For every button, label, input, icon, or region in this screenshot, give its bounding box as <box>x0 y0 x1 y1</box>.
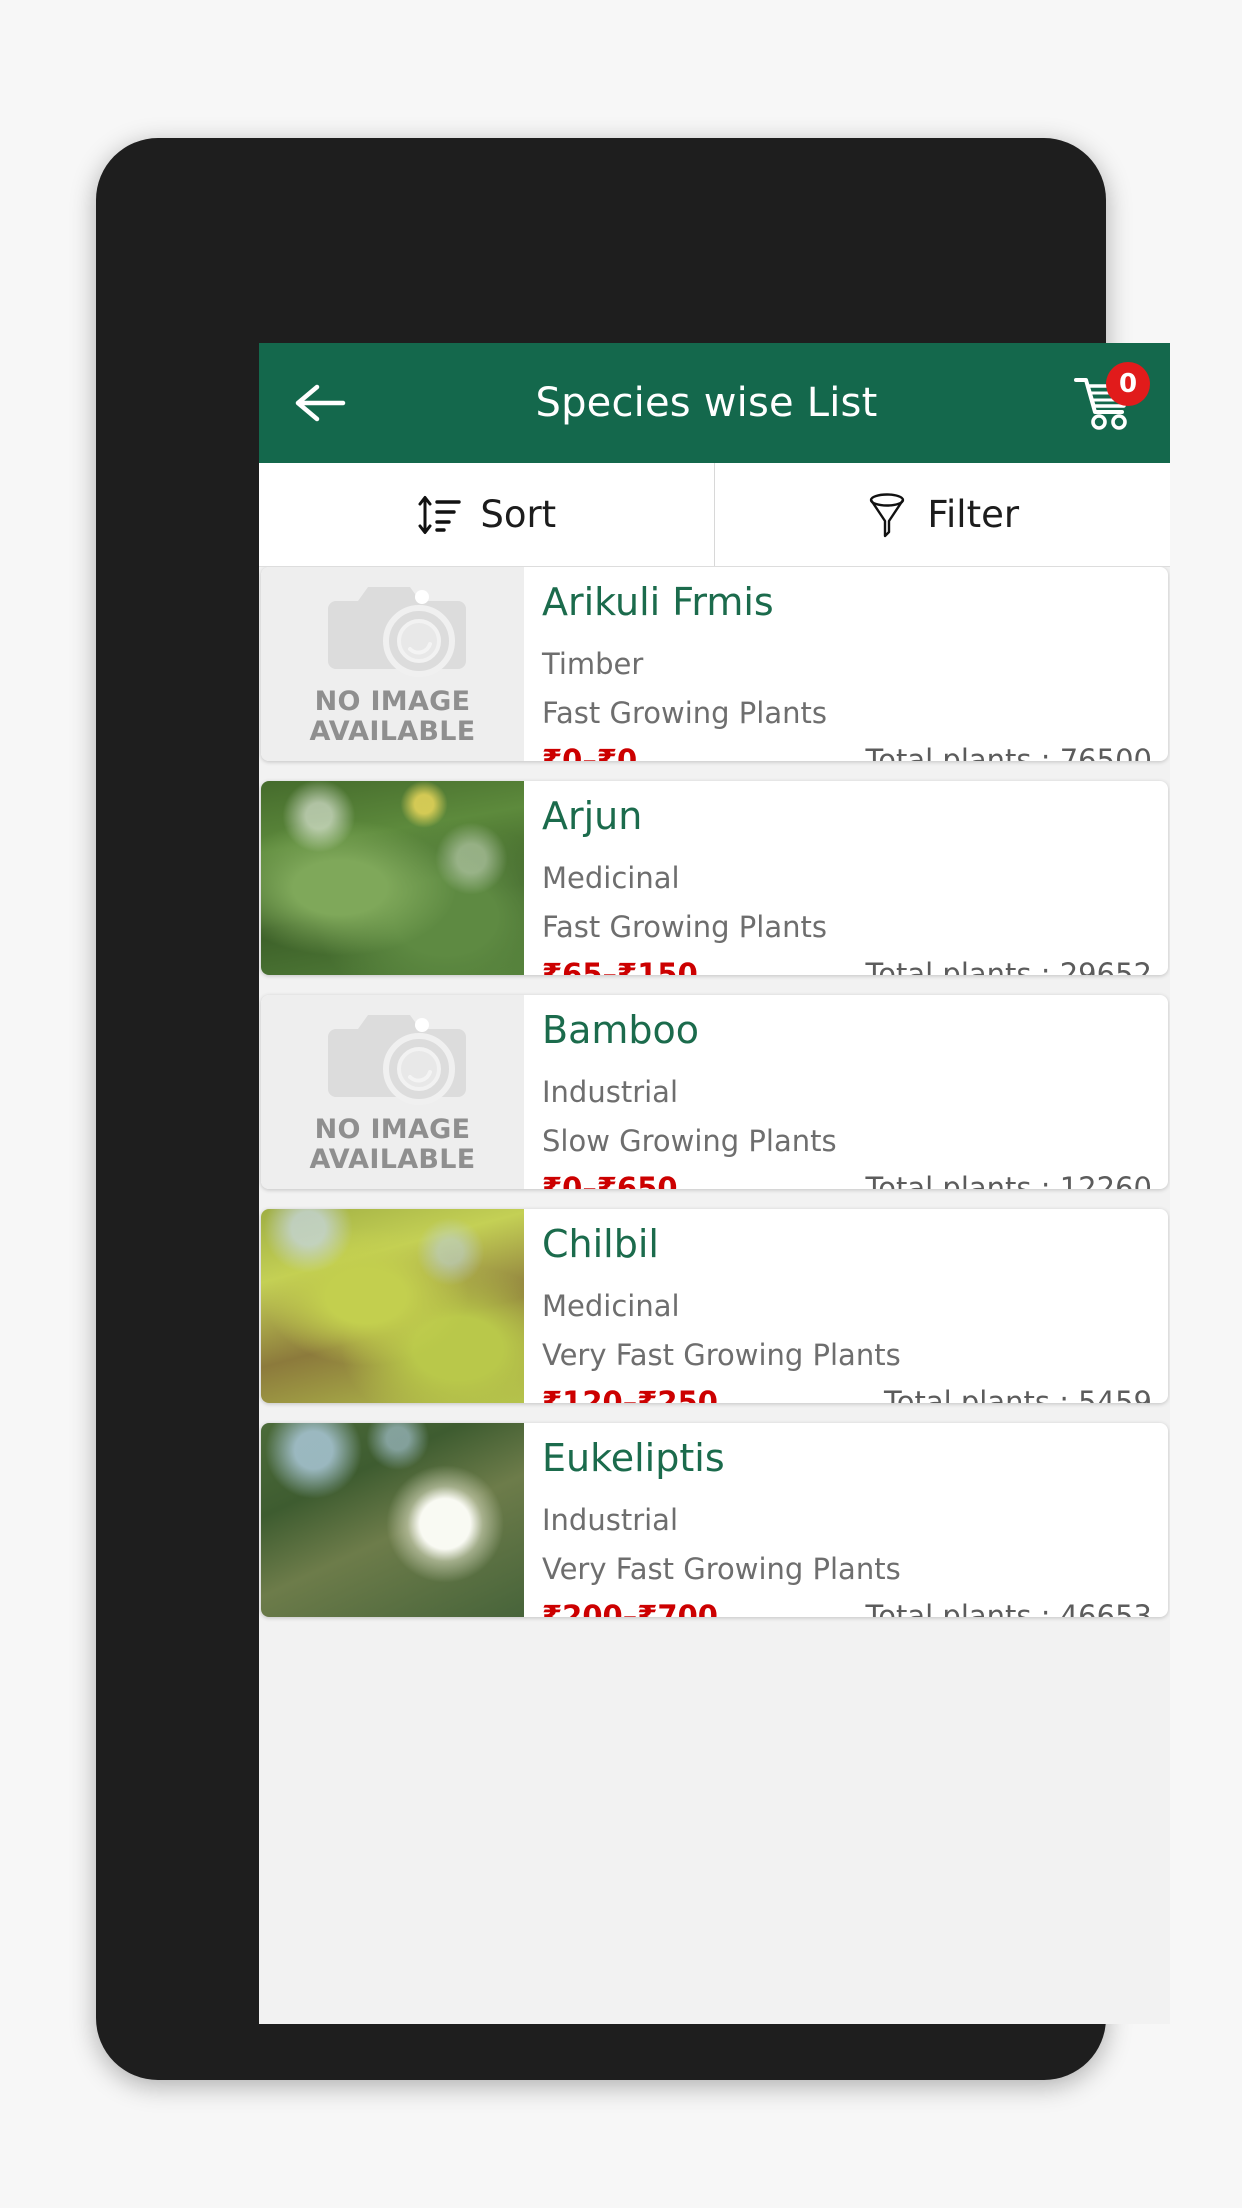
sort-icon <box>416 494 462 536</box>
no-image-text: NO IMAGE AVAILABLE <box>309 1114 476 1176</box>
species-thumbnail: NO IMAGE AVAILABLE <box>261 995 524 1189</box>
species-price-range: ₹0–₹0 <box>542 743 638 761</box>
species-name: Arjun <box>542 794 643 838</box>
cart-button[interactable]: 0 <box>1062 360 1150 446</box>
cart-count-badge: 0 <box>1106 362 1150 406</box>
species-growth-rate: Slow Growing Plants <box>542 1124 837 1158</box>
species-card-body: Eukeliptis Industrial Very Fast Growing Pl… <box>524 1423 1168 1617</box>
species-card[interactable]: NO IMAGE AVAILABLE Arikuli Frmis Timber Fast… <box>261 567 1168 761</box>
camera-icon <box>318 1003 468 1115</box>
species-total-plants: Total plants : 5459 <box>883 1385 1152 1403</box>
camera-icon <box>318 575 468 687</box>
species-card[interactable]: Eukeliptis Industrial Very Fast Growing Pl… <box>261 1423 1168 1617</box>
phone-screen: Species wise List 0 Sort Filter NO IMAGE… <box>259 343 1170 2024</box>
species-category: Medicinal <box>542 861 680 895</box>
species-growth-rate: Fast Growing Plants <box>542 910 827 944</box>
species-photo <box>261 1423 524 1617</box>
species-price-range: ₹0–₹650 <box>542 1171 678 1189</box>
species-card-body: Arikuli Frmis Timber Fast Growing Plants ₹0… <box>524 567 1168 761</box>
no-image-line2: AVAILABLE <box>309 716 476 748</box>
species-category: Industrial <box>542 1503 679 1537</box>
no-image-placeholder: NO IMAGE AVAILABLE <box>261 995 524 1189</box>
no-image-placeholder: NO IMAGE AVAILABLE <box>261 567 524 761</box>
tab-sort[interactable]: Sort <box>259 463 715 566</box>
species-price-range: ₹65–₹150 <box>542 957 698 975</box>
species-thumbnail <box>261 1209 524 1403</box>
species-card-body: Bamboo Industrial Slow Growing Plants ₹0–₹6… <box>524 995 1168 1189</box>
species-growth-rate: Fast Growing Plants <box>542 696 827 730</box>
species-total-plants: Total plants : 12260 <box>865 1171 1152 1189</box>
species-price-range: ₹200–₹700 <box>542 1599 718 1617</box>
species-total-plants: Total plants : 76500 <box>865 743 1152 761</box>
species-category: Timber <box>542 647 644 681</box>
species-card-body: Chilbil Medicinal Very Fast Growing Plants… <box>524 1209 1168 1403</box>
species-growth-rate: Very Fast Growing Plants <box>542 1338 901 1372</box>
arrow-left-icon <box>295 383 347 423</box>
no-image-line1: NO IMAGE <box>314 686 471 717</box>
species-price-range: ₹120–₹250 <box>542 1385 718 1403</box>
sort-filter-tab-bar: Sort Filter <box>259 463 1170 567</box>
species-name: Eukeliptis <box>542 1436 725 1480</box>
species-card[interactable]: Arjun Medicinal Fast Growing Plants ₹65–₹15… <box>261 781 1168 975</box>
species-card[interactable]: NO IMAGE AVAILABLE Bamboo Industrial Slow Gr… <box>261 995 1168 1189</box>
tab-filter-label: Filter <box>927 493 1020 536</box>
species-category: Medicinal <box>542 1289 680 1323</box>
app-bar: Species wise List 0 <box>259 343 1170 463</box>
back-button[interactable] <box>285 367 357 439</box>
species-total-plants: Total plants : 29652 <box>865 957 1152 975</box>
page-title: Species wise List <box>535 380 878 426</box>
species-growth-rate: Very Fast Growing Plants <box>542 1552 901 1586</box>
species-name: Bamboo <box>542 1008 699 1052</box>
species-name: Chilbil <box>542 1222 659 1266</box>
species-thumbnail <box>261 1423 524 1617</box>
species-name: Arikuli Frmis <box>542 580 774 624</box>
tab-sort-label: Sort <box>480 493 557 536</box>
species-photo <box>261 781 524 975</box>
species-card-body: Arjun Medicinal Fast Growing Plants ₹65–₹15… <box>524 781 1168 975</box>
no-image-line1: NO IMAGE <box>314 1114 471 1145</box>
species-thumbnail <box>261 781 524 975</box>
species-category: Industrial <box>542 1075 679 1109</box>
species-thumbnail: NO IMAGE AVAILABLE <box>261 567 524 761</box>
species-card[interactable]: Chilbil Medicinal Very Fast Growing Plants… <box>261 1209 1168 1403</box>
funnel-filter-icon <box>865 491 909 539</box>
tab-filter[interactable]: Filter <box>714 463 1170 566</box>
species-photo <box>261 1209 524 1403</box>
no-image-text: NO IMAGE AVAILABLE <box>309 686 476 748</box>
species-total-plants: Total plants : 46653 <box>865 1599 1152 1617</box>
no-image-line2: AVAILABLE <box>309 1144 476 1176</box>
phone-device-frame: Species wise List 0 Sort Filter NO IMAGE… <box>96 138 1170 2080</box>
species-list[interactable]: NO IMAGE AVAILABLE Arikuli Frmis Timber Fast… <box>259 567 1170 2024</box>
